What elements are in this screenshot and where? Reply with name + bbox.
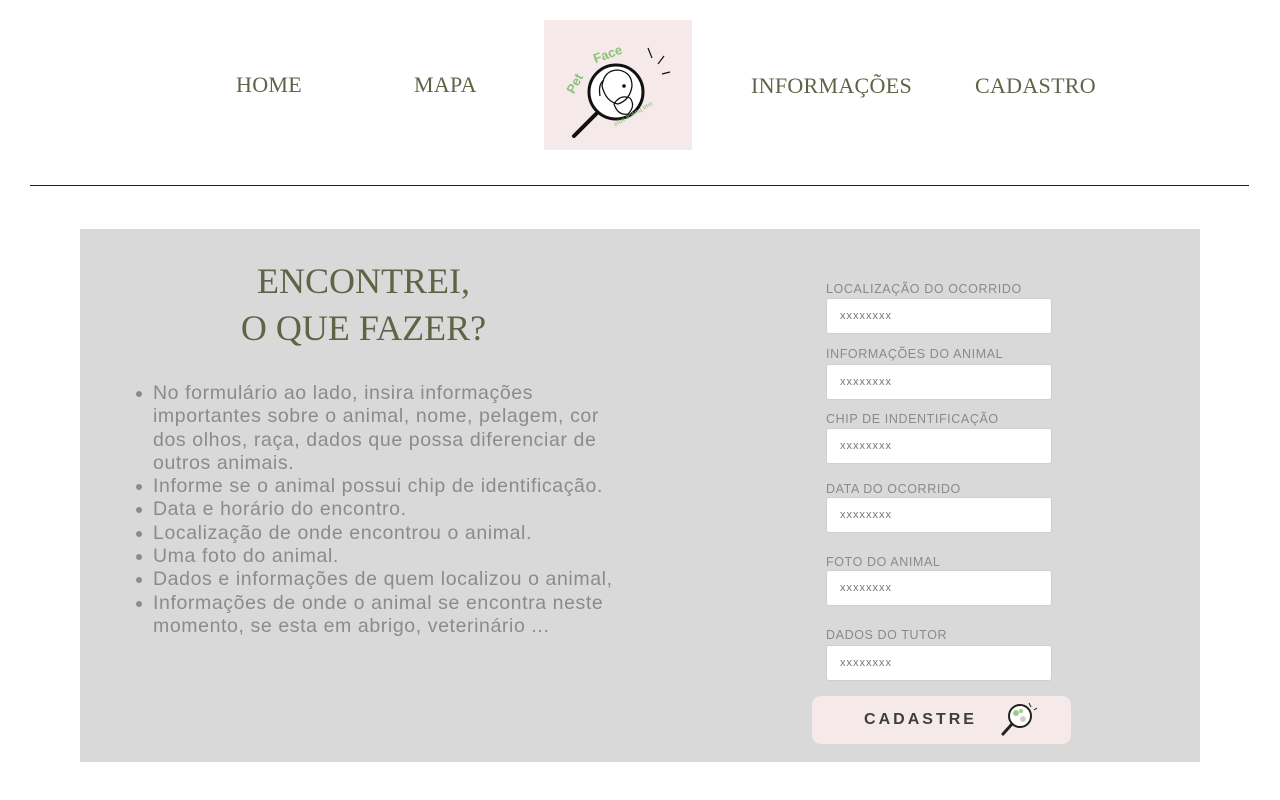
list-item: Dados e informações de quem localizou o … xyxy=(136,568,618,591)
list-item: Informe se o animal possui chip de ident… xyxy=(136,475,618,498)
page-title-line2: O QUE FAZER? xyxy=(240,308,487,348)
data-ocorrido-label: DATA DO OCORRIDO xyxy=(826,482,961,496)
localizacao-label: LOCALIZAÇÃO DO OCORRIDO xyxy=(826,282,1022,296)
pet-face-logo-graphic: Pet Face sua busca aqui xyxy=(563,42,671,138)
page-title: ENCONTREI, O QUE FAZER? xyxy=(80,258,647,352)
list-item: Data e horário do encontro. xyxy=(136,498,618,521)
informacoes-animal-label: INFORMAÇÕES DO ANIMAL xyxy=(826,347,1004,361)
cadastre-button[interactable]: CADASTRE xyxy=(812,696,1071,744)
page-title-line1: ENCONTREI, xyxy=(257,261,470,301)
nav-informacoes-link[interactable]: INFORMAÇÕES xyxy=(751,73,912,99)
instructions-list: No formulário ao lado, insira informaçõe… xyxy=(136,382,618,639)
nav-home-link[interactable]: HOME xyxy=(236,72,302,98)
foto-animal-input[interactable] xyxy=(826,570,1052,606)
dados-tutor-label: DADOS DO TUTOR xyxy=(826,628,948,642)
localizacao-input[interactable] xyxy=(826,298,1052,334)
logo-text-pet: Pet xyxy=(563,70,586,95)
magnifier-pet-icon xyxy=(999,699,1039,742)
cadastre-button-label: CADASTRE xyxy=(864,711,977,728)
nav-mapa-link[interactable]: MAPA xyxy=(414,72,477,98)
logo-text-face: Face xyxy=(591,42,624,66)
list-item: Informações de onde o animal se encontra… xyxy=(136,592,618,639)
informacoes-animal-input[interactable] xyxy=(826,364,1052,400)
chip-label: CHIP DE INDENTIFICAÇÃO xyxy=(826,412,999,426)
nav-cadastro-link[interactable]: CADASTRO xyxy=(975,73,1096,99)
list-item: No formulário ao lado, insira informaçõe… xyxy=(136,382,618,475)
chip-input[interactable] xyxy=(826,428,1052,464)
dados-tutor-input[interactable] xyxy=(826,645,1052,681)
list-item: Localização de onde encontrou o animal. xyxy=(136,522,618,545)
list-item: Uma foto do animal. xyxy=(136,545,618,568)
foto-animal-label: FOTO DO ANIMAL xyxy=(826,555,941,569)
data-ocorrido-input[interactable] xyxy=(826,497,1052,533)
pet-face-logo[interactable]: Pet Face sua busca aqui xyxy=(544,20,692,150)
header-divider xyxy=(30,185,1249,186)
